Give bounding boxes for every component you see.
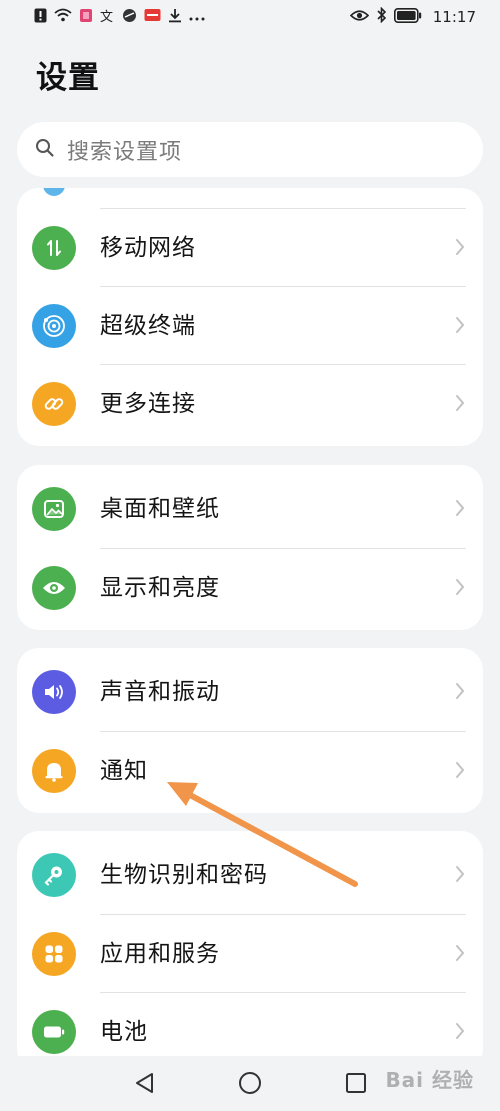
setting-item-more-connections[interactable]: 更多连接	[17, 365, 483, 443]
chevron-right-icon	[455, 316, 465, 338]
setting-item-label: 显示和亮度	[100, 575, 220, 601]
setting-item-label: 移动网络	[100, 235, 196, 261]
settings-group-connectivity: 移动网络 超级终端 更多连接	[17, 188, 483, 446]
eye-icon	[349, 8, 369, 26]
more-icon	[189, 8, 205, 26]
mobile-data-icon	[32, 226, 76, 270]
chevron-right-icon	[455, 499, 465, 521]
app-icon: 文	[100, 8, 115, 27]
home-icon[interactable]	[237, 1070, 263, 1096]
key-icon	[32, 853, 76, 897]
bluetooth-icon	[376, 6, 387, 27]
status-time: 11:17	[432, 8, 476, 26]
chevron-right-icon	[455, 682, 465, 704]
setting-item-label: 生物识别和密码	[100, 862, 268, 888]
settings-group-security: 生物识别和密码 应用和服务 电池	[17, 831, 483, 1071]
setting-item-label: 超级终端	[100, 313, 196, 339]
status-bar-left: 文	[34, 8, 205, 27]
app-icon	[122, 8, 137, 27]
setting-item-apps[interactable]: 应用和服务	[17, 915, 483, 993]
chevron-right-icon	[455, 761, 465, 783]
search-icon	[35, 138, 55, 162]
battery-icon	[393, 7, 422, 27]
partial-row-icon	[43, 188, 65, 196]
back-icon[interactable]	[131, 1070, 157, 1096]
app-icon	[144, 8, 161, 26]
eye-display-icon	[32, 566, 76, 610]
settings-group-sound-notify: 声音和振动 通知	[17, 648, 483, 813]
link-icon	[32, 382, 76, 426]
battery-setting-icon	[32, 1010, 76, 1054]
setting-item-label: 应用和服务	[100, 941, 220, 967]
setting-item-wallpaper[interactable]: 桌面和壁纸	[17, 470, 483, 548]
status-bar: 文 11:17	[0, 0, 500, 34]
chevron-right-icon	[455, 394, 465, 416]
search-placeholder: 搜索设置项	[67, 139, 183, 165]
setting-item-mobile-network[interactable]: 移动网络	[17, 209, 483, 287]
volume-icon	[32, 670, 76, 714]
app-icon	[79, 8, 93, 27]
super-device-icon	[32, 304, 76, 348]
search-bar[interactable]: 搜索设置项	[17, 122, 483, 177]
chevron-right-icon	[455, 865, 465, 887]
status-bar-right: 11:17	[349, 6, 476, 27]
setting-item-biometrics[interactable]: 生物识别和密码	[17, 836, 483, 914]
apps-icon	[32, 932, 76, 976]
settings-group-display: 桌面和壁纸 显示和亮度	[17, 465, 483, 630]
chevron-right-icon	[455, 1022, 465, 1044]
chevron-right-icon	[455, 238, 465, 260]
setting-item-display[interactable]: 显示和亮度	[17, 549, 483, 627]
page-title: 设置	[36, 60, 100, 96]
chevron-right-icon	[455, 578, 465, 600]
setting-item-super-device[interactable]: 超级终端	[17, 287, 483, 365]
alert-icon	[34, 8, 47, 27]
setting-item-label: 桌面和壁纸	[100, 496, 220, 522]
setting-item-label: 声音和振动	[100, 679, 220, 705]
wifi-icon	[54, 8, 72, 26]
download-icon	[168, 8, 182, 27]
bell-icon	[32, 749, 76, 793]
watermark-logo: Bai 经验	[385, 1068, 474, 1092]
svg-text:文: 文	[100, 10, 113, 23]
wallpaper-icon	[32, 487, 76, 531]
recents-icon[interactable]	[343, 1070, 369, 1096]
setting-item-label: 更多连接	[100, 391, 196, 417]
setting-item-sound[interactable]: 声音和振动	[17, 653, 483, 731]
setting-item-notifications[interactable]: 通知	[17, 732, 483, 810]
setting-item-label: 通知	[100, 758, 148, 784]
chevron-right-icon	[455, 944, 465, 966]
